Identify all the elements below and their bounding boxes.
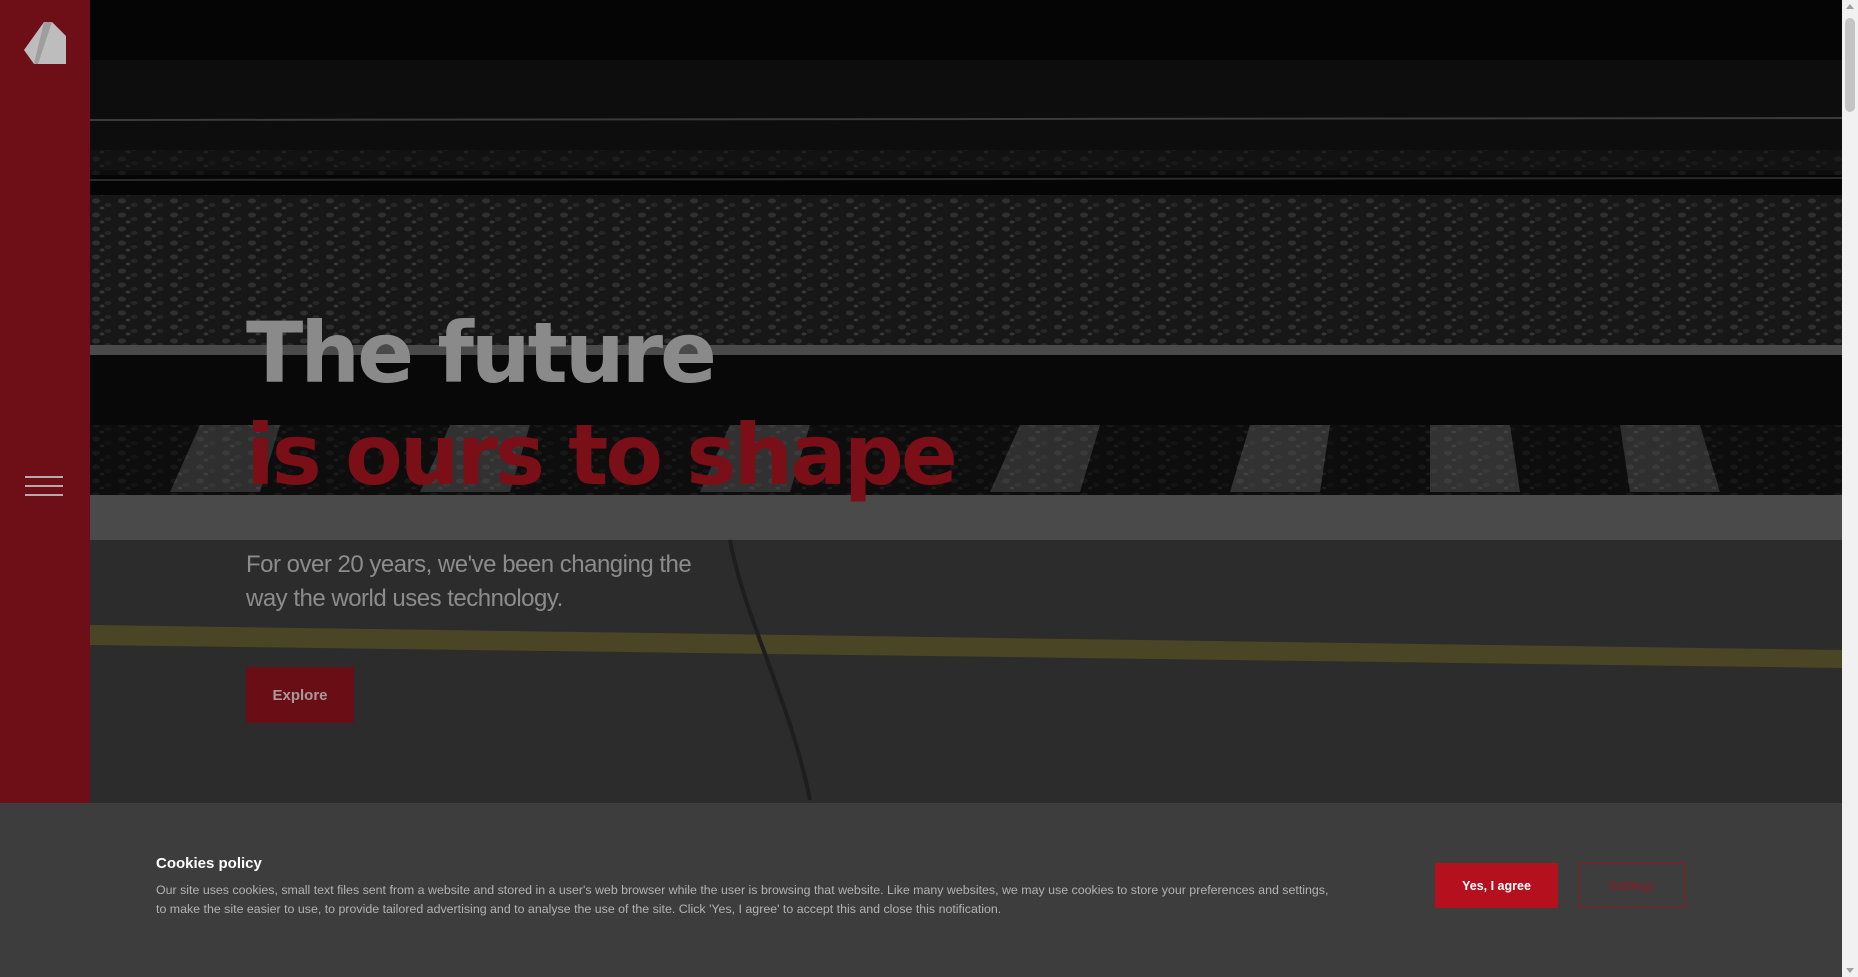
page: f in The future is ours to shap	[0, 0, 1858, 977]
hamburger-menu-icon[interactable]	[25, 476, 65, 500]
scroll-down-icon[interactable]	[1846, 968, 1854, 973]
agree-button[interactable]: Yes, I agree	[1435, 863, 1558, 908]
menu-line	[25, 476, 63, 478]
headline-line-2: is ours to shape	[246, 406, 958, 504]
cookie-settings-button[interactable]: Settings	[1578, 863, 1685, 908]
cookie-banner: Cookies policy Our site uses cookies, sm…	[0, 803, 1842, 977]
menu-line	[25, 494, 63, 496]
page-scrollbar[interactable]	[1842, 0, 1858, 977]
hero-subtext: For over 20 years, we've been changing t…	[246, 551, 692, 612]
scrollbar-thumb[interactable]	[1845, 18, 1855, 112]
explore-button[interactable]: Explore	[246, 667, 354, 723]
cookie-banner-title: Cookies policy	[156, 855, 262, 872]
brand-logo-icon[interactable]	[24, 22, 66, 64]
scroll-up-icon[interactable]	[1846, 4, 1854, 9]
hero-headline: The future is ours to shape	[246, 302, 958, 506]
headline-line-1: The future	[246, 304, 717, 402]
menu-line	[25, 485, 63, 487]
cookie-banner-text: Our site uses cookies, small text files …	[156, 883, 1329, 916]
